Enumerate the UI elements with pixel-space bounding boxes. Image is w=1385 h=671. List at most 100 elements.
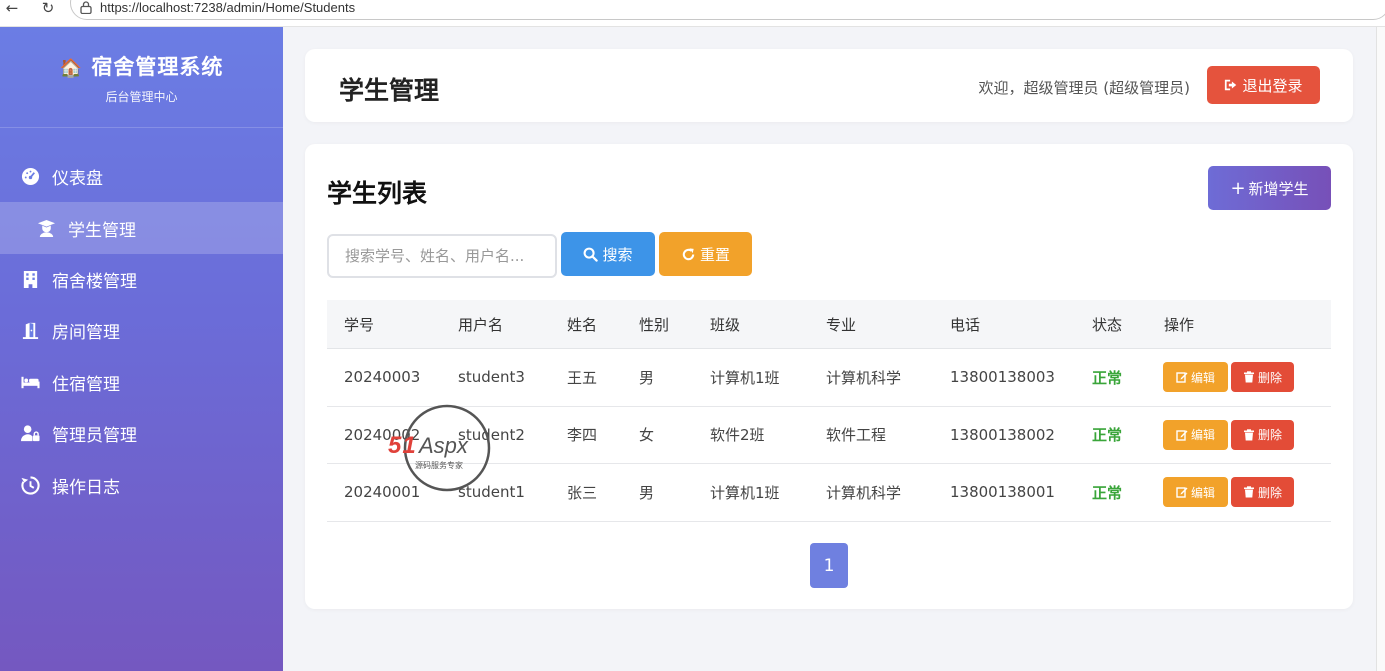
student-name: 李四 bbox=[567, 426, 598, 445]
gender: 男 bbox=[639, 368, 655, 387]
sidebar-item-label: 宿舍楼管理 bbox=[52, 271, 137, 292]
sidebar-item-accommodation[interactable]: 住宿管理 bbox=[0, 357, 283, 408]
sidebar-item-label: 学生管理 bbox=[68, 220, 136, 241]
column-header: 姓名 bbox=[567, 315, 598, 334]
plus-icon: + bbox=[1230, 177, 1246, 199]
student-list-card: 学生列表 + 新增学生 搜索 重置 学号 用户名 姓名 性别 班级 专业 电话 … bbox=[305, 144, 1353, 609]
edit-button[interactable]: 编辑 bbox=[1163, 419, 1228, 450]
sign-out-icon bbox=[1225, 79, 1237, 91]
scrollbar[interactable] bbox=[1376, 27, 1385, 671]
brand-subtitle: 后台管理中心 bbox=[105, 90, 178, 104]
lock-icon bbox=[80, 1, 92, 14]
delete-button[interactable]: 删除 bbox=[1231, 362, 1294, 393]
reset-label: 重置 bbox=[699, 245, 730, 264]
edit-label: 编辑 bbox=[1190, 485, 1215, 500]
trash-icon bbox=[1243, 429, 1254, 441]
refresh-icon bbox=[682, 247, 695, 260]
trash-icon bbox=[1243, 486, 1254, 498]
sidebar-item-label: 住宿管理 bbox=[52, 374, 120, 395]
username: student3 bbox=[458, 368, 525, 387]
delete-label: 删除 bbox=[1257, 485, 1282, 500]
welcome-text: 欢迎，超级管理员 (超级管理员) bbox=[978, 79, 1190, 97]
delete-label: 删除 bbox=[1257, 428, 1282, 443]
edit-icon bbox=[1176, 430, 1188, 441]
major: 计算机科学 bbox=[826, 483, 902, 502]
sidebar-item-label: 操作日志 bbox=[52, 477, 120, 498]
edit-button[interactable]: 编辑 bbox=[1163, 362, 1228, 393]
sidebar-item-label: 仪表盘 bbox=[52, 169, 103, 190]
table-header: 学号 用户名 姓名 性别 班级 专业 电话 状态 操作 bbox=[327, 300, 1331, 349]
search-icon bbox=[584, 247, 599, 262]
sidebar-item-students[interactable]: 学生管理 bbox=[0, 202, 283, 254]
edit-label: 编辑 bbox=[1190, 428, 1215, 443]
reload-icon[interactable]: ↻ bbox=[38, 1, 58, 17]
status-badge: 正常 bbox=[1092, 368, 1123, 387]
search-button[interactable]: 搜索 bbox=[561, 232, 655, 276]
column-header: 操作 bbox=[1164, 315, 1195, 334]
phone: 13800138002 bbox=[950, 425, 1055, 444]
student-id: 20240003 bbox=[344, 368, 421, 387]
trash-icon bbox=[1243, 371, 1254, 383]
door-icon bbox=[20, 321, 40, 341]
student-name: 张三 bbox=[567, 483, 598, 502]
status-badge: 正常 bbox=[1092, 426, 1123, 445]
brand-title: 🏠 宿舍管理系统 bbox=[0, 51, 283, 81]
svg-text:Aspx: Aspx bbox=[417, 433, 469, 458]
url-text[interactable]: https://localhost:7238/admin/Home/Studen… bbox=[100, 0, 355, 15]
gender: 女 bbox=[639, 426, 655, 445]
add-student-button[interactable]: + 新增学生 bbox=[1208, 166, 1331, 210]
column-header: 电话 bbox=[950, 315, 981, 334]
delete-button[interactable]: 删除 bbox=[1231, 477, 1294, 508]
edit-icon bbox=[1176, 487, 1188, 498]
edit-icon bbox=[1176, 372, 1188, 383]
column-header: 专业 bbox=[826, 315, 857, 334]
pagination-page-1[interactable]: 1 bbox=[810, 543, 848, 588]
sidebar-item-label: 管理员管理 bbox=[52, 426, 137, 447]
student-name: 王五 bbox=[567, 368, 598, 387]
building-icon bbox=[20, 269, 40, 289]
sidebar: 🏠 宿舍管理系统 后台管理中心 仪表盘 学生管理 宿舍楼管理 房间管理 住宿管理… bbox=[0, 27, 283, 671]
status-badge: 正常 bbox=[1092, 483, 1123, 502]
search-label: 搜索 bbox=[602, 245, 633, 264]
svg-text:源码服务专家: 源码服务专家 bbox=[415, 460, 463, 470]
user-lock-icon bbox=[20, 424, 40, 444]
sidebar-item-logs[interactable]: 操作日志 bbox=[0, 459, 283, 510]
sidebar-item-admins[interactable]: 管理员管理 bbox=[0, 408, 283, 459]
brand-title-text: 宿舍管理系统 bbox=[91, 55, 224, 79]
page-title: 学生管理 bbox=[339, 76, 440, 105]
watermark-logo: 51 Aspx 源码服务专家 bbox=[388, 404, 491, 492]
column-header: 班级 bbox=[710, 315, 741, 334]
reset-button[interactable]: 重置 bbox=[659, 232, 752, 276]
edit-label: 编辑 bbox=[1190, 370, 1215, 385]
major: 计算机科学 bbox=[826, 368, 902, 387]
phone: 13800138001 bbox=[950, 483, 1055, 502]
back-arrow-icon[interactable]: ← bbox=[2, 1, 22, 17]
dashboard-icon bbox=[20, 167, 40, 187]
sidebar-item-label: 房间管理 bbox=[52, 323, 120, 344]
phone: 13800138003 bbox=[950, 368, 1055, 387]
class-name: 计算机1班 bbox=[710, 368, 780, 387]
browser-toolbar: ← ↻ https://localhost:7238/admin/Home/St… bbox=[0, 0, 1385, 27]
column-header: 性别 bbox=[639, 315, 670, 334]
sidebar-menu: 仪表盘 学生管理 宿舍楼管理 房间管理 住宿管理 管理员管理 操作日志 bbox=[0, 151, 283, 511]
sidebar-item-dashboard[interactable]: 仪表盘 bbox=[0, 151, 283, 202]
column-header: 状态 bbox=[1092, 315, 1123, 334]
search-input[interactable] bbox=[327, 234, 557, 278]
delete-label: 删除 bbox=[1257, 370, 1282, 385]
edit-button[interactable]: 编辑 bbox=[1163, 477, 1228, 508]
list-title: 学生列表 bbox=[327, 179, 428, 208]
header-card: 学生管理 欢迎，超级管理员 (超级管理员) 退出登录 bbox=[305, 49, 1353, 122]
delete-button[interactable]: 删除 bbox=[1231, 419, 1294, 450]
logout-label: 退出登录 bbox=[1242, 76, 1303, 95]
svg-text:51: 51 bbox=[388, 432, 417, 459]
logout-button[interactable]: 退出登录 bbox=[1207, 66, 1320, 104]
add-student-label: 新增学生 bbox=[1248, 179, 1309, 198]
bed-icon bbox=[20, 372, 40, 392]
sidebar-item-rooms[interactable]: 房间管理 bbox=[0, 305, 283, 356]
class-name: 计算机1班 bbox=[710, 483, 780, 502]
column-header: 用户名 bbox=[458, 315, 504, 334]
house-icon: 🏠 bbox=[59, 58, 84, 79]
table-row: 20240003 student3 王五 男 计算机1班 计算机科学 13800… bbox=[327, 349, 1331, 407]
sidebar-item-buildings[interactable]: 宿舍楼管理 bbox=[0, 254, 283, 305]
brand: 🏠 宿舍管理系统 后台管理中心 bbox=[0, 27, 283, 128]
